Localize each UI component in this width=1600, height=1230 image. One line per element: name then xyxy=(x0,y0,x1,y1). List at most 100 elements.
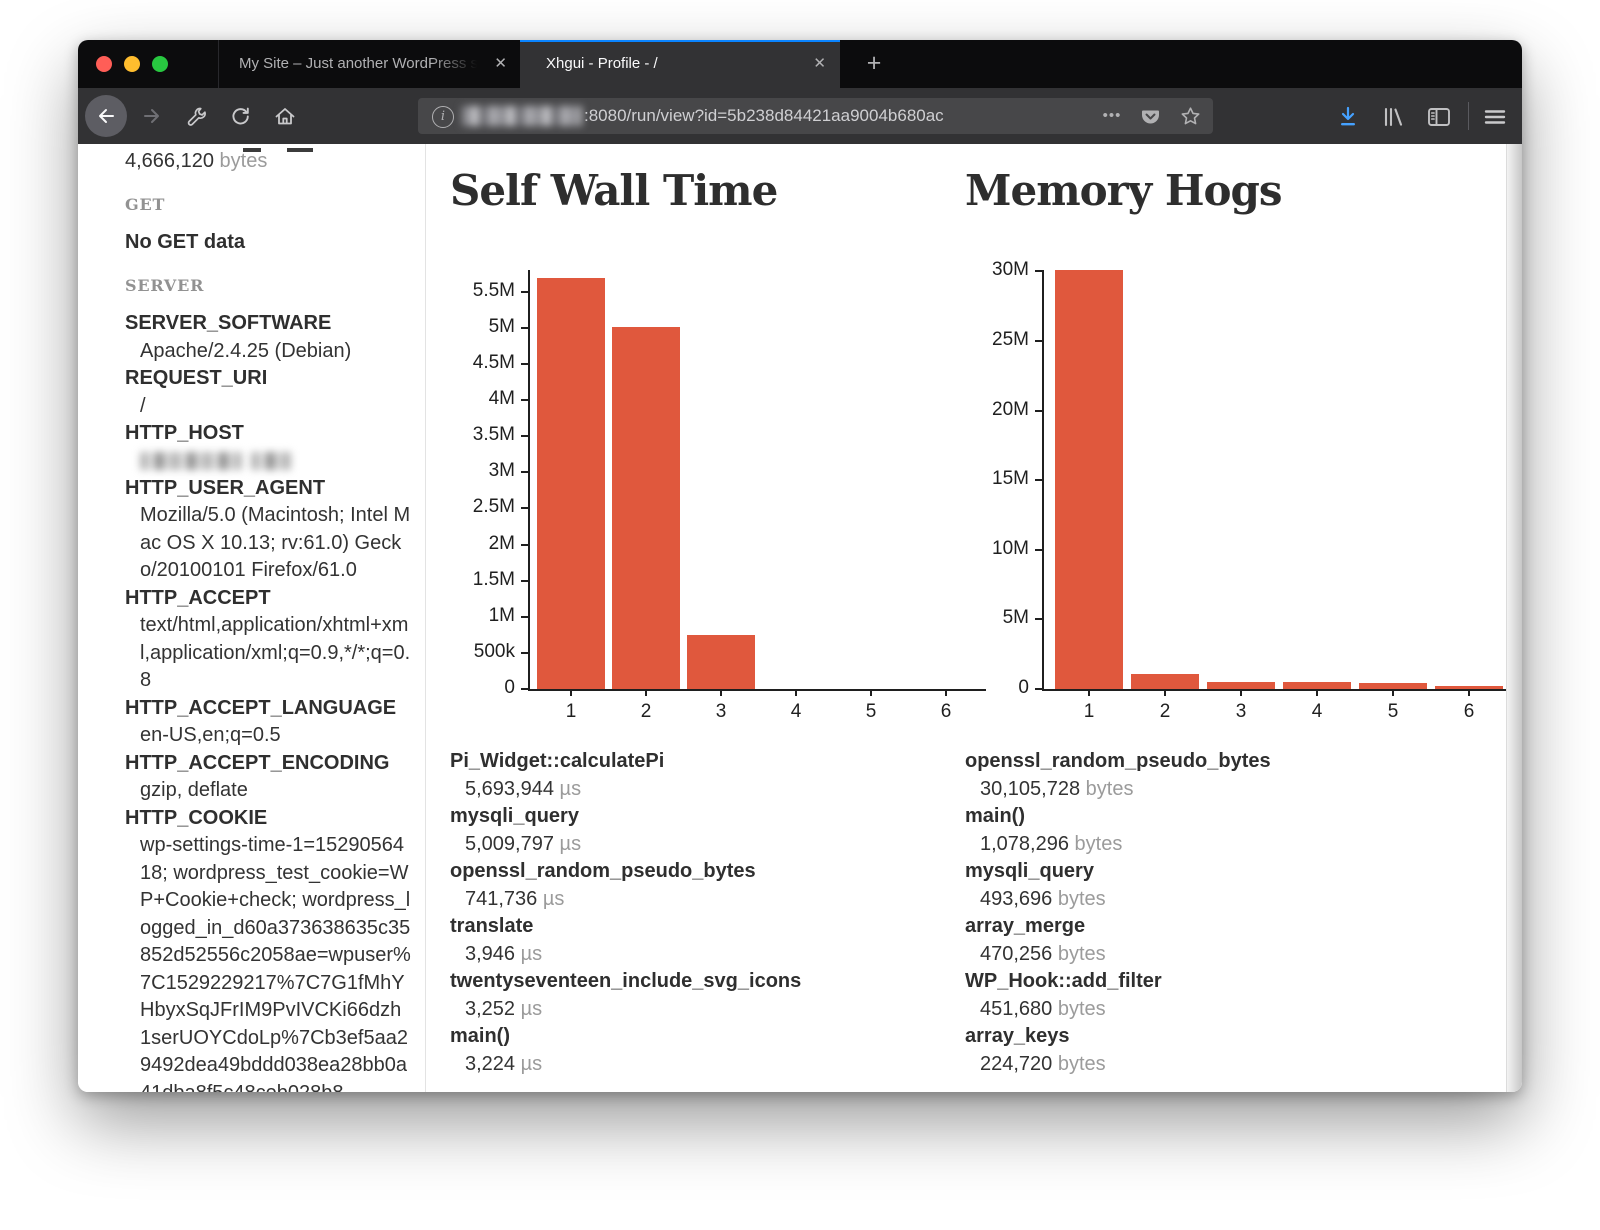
home-icon xyxy=(274,106,296,127)
x-axis-tick xyxy=(945,689,947,696)
function-value: 741,736 µs xyxy=(450,886,930,914)
traffic-light-zoom[interactable] xyxy=(152,56,168,72)
x-axis-tick-label: 4 xyxy=(1295,701,1339,723)
function-name[interactable]: mysqli_query xyxy=(965,858,1445,886)
function-name[interactable]: mysqli_query xyxy=(450,803,930,831)
download-icon[interactable] xyxy=(1336,106,1360,126)
server-entry-key: HTTP_HOST xyxy=(125,420,411,448)
bar[interactable] xyxy=(537,278,605,689)
y-axis-tick-label: 500k xyxy=(443,641,515,663)
x-axis-tick xyxy=(1164,689,1166,696)
y-axis-tick-label: 25M xyxy=(957,329,1029,351)
site-info-icon[interactable]: i xyxy=(432,106,454,128)
y-axis-tick xyxy=(521,580,528,582)
server-entry-value: / xyxy=(125,393,411,421)
page-actions-icon[interactable]: ••• xyxy=(1102,107,1122,127)
y-axis-tick xyxy=(1035,618,1042,620)
main-panel: Self Wall Time Memory Hogs 0500k1M1.5M2M… xyxy=(426,144,1507,1092)
close-tab-icon[interactable]: ✕ xyxy=(813,40,826,88)
blurred-host-value xyxy=(125,448,411,475)
function-value: 451,680 bytes xyxy=(965,996,1445,1024)
y-axis-tick xyxy=(1035,549,1042,551)
close-tab-icon[interactable]: ✕ xyxy=(494,40,507,88)
function-name[interactable]: array_merge xyxy=(965,913,1445,941)
sidebar-toggle-icon[interactable] xyxy=(1426,106,1452,126)
x-axis-line xyxy=(528,689,986,691)
x-axis-tick xyxy=(1468,689,1470,696)
y-axis-tick-label: 3M xyxy=(443,460,515,482)
function-name[interactable]: twentyseventeen_include_svg_icons xyxy=(450,968,930,996)
bar[interactable] xyxy=(1207,682,1275,689)
bookmark-star-icon[interactable] xyxy=(1180,106,1200,126)
server-entry-value: gzip, deflate xyxy=(125,777,411,805)
server-entry-value: Mozilla/5.0 (Macintosh; Intel Mac OS X 1… xyxy=(125,502,411,585)
server-entry-value: en-US,en;q=0.5 xyxy=(125,722,411,750)
reload-button[interactable] xyxy=(230,106,250,126)
function-name[interactable]: array_keys xyxy=(965,1023,1445,1051)
scrollbar[interactable] xyxy=(1506,144,1522,1092)
x-axis-tick xyxy=(1240,689,1242,696)
y-axis-tick xyxy=(1035,340,1042,342)
x-axis-tick xyxy=(870,689,872,696)
back-button[interactable] xyxy=(85,95,127,137)
y-axis-tick-label: 1M xyxy=(443,605,515,627)
bar[interactable] xyxy=(1131,674,1199,689)
function-value: 1,078,296 bytes xyxy=(965,831,1445,859)
y-axis-tick-label: 2.5M xyxy=(443,496,515,518)
y-axis-tick xyxy=(1035,479,1042,481)
function-name[interactable]: openssl_random_pseudo_bytes xyxy=(450,858,930,886)
function-name[interactable]: main() xyxy=(450,1023,930,1051)
new-tab-button[interactable]: + xyxy=(854,40,894,88)
y-axis-tick-label: 5M xyxy=(443,316,515,338)
wrench-icon[interactable] xyxy=(186,106,206,126)
x-axis-tick xyxy=(645,689,647,696)
y-axis-tick-label: 20M xyxy=(957,399,1029,421)
server-entry-key: HTTP_ACCEPT xyxy=(125,585,411,613)
y-axis-tick-label: 5.5M xyxy=(443,280,515,302)
library-icon[interactable] xyxy=(1380,106,1406,126)
y-axis-tick xyxy=(521,435,528,437)
back-arrow-icon xyxy=(96,106,116,126)
traffic-light-close[interactable] xyxy=(96,56,112,72)
x-axis-tick-label: 2 xyxy=(1143,701,1187,723)
x-axis-tick xyxy=(570,689,572,696)
forward-button[interactable] xyxy=(142,106,162,126)
bar[interactable] xyxy=(687,635,755,689)
get-section-heading: GET xyxy=(125,191,411,219)
y-axis-line xyxy=(1042,270,1044,691)
x-axis-tick-label: 5 xyxy=(849,701,893,723)
tab-title: Xhgui - Profile - / xyxy=(546,40,796,88)
memory-usage-value: 4,666,120 bytes xyxy=(125,148,411,176)
server-entry-list: SERVER_SOFTWAREApache/2.4.25 (Debian)REQ… xyxy=(125,310,411,1092)
y-axis-tick xyxy=(521,327,528,329)
tab-title-fade xyxy=(431,42,477,86)
y-axis-tick-label: 15M xyxy=(957,468,1029,490)
function-name[interactable]: translate xyxy=(450,913,930,941)
x-axis-tick xyxy=(1392,689,1394,696)
function-name[interactable]: openssl_random_pseudo_bytes xyxy=(965,748,1445,776)
y-axis-tick-label: 1.5M xyxy=(443,569,515,591)
clipped-text-artifact xyxy=(287,148,313,152)
url-bar[interactable]: i :8080/run/view?id=5b238d84421aa9004b68… xyxy=(418,98,1213,134)
clipped-text-artifact xyxy=(243,148,261,152)
server-entry-key: HTTP_ACCEPT_ENCODING xyxy=(125,750,411,778)
y-axis-tick-label: 0 xyxy=(957,677,1029,699)
pocket-icon[interactable] xyxy=(1140,106,1160,126)
bar[interactable] xyxy=(1055,270,1123,689)
function-value: 493,696 bytes xyxy=(965,886,1445,914)
tab-wordpress-site[interactable]: My Site – Just another WordPress si ✕ xyxy=(218,40,521,88)
home-button[interactable] xyxy=(274,106,294,126)
forward-arrow-icon xyxy=(142,106,162,126)
tab-xhgui-profile[interactable]: Xhgui - Profile - / ✕ xyxy=(520,40,840,88)
url-text: :8080/run/view?id=5b238d84421aa9004b680a… xyxy=(584,98,1054,134)
x-axis-tick-label: 6 xyxy=(924,701,968,723)
bar[interactable] xyxy=(1283,682,1351,689)
bar[interactable] xyxy=(612,327,680,689)
function-name[interactable]: WP_Hook::add_filter xyxy=(965,968,1445,996)
function-name[interactable]: Pi_Widget::calculatePi xyxy=(450,748,930,776)
function-name[interactable]: main() xyxy=(965,803,1445,831)
traffic-light-minimize[interactable] xyxy=(124,56,140,72)
menu-icon[interactable] xyxy=(1482,106,1508,126)
page-content: 4,666,120 bytes GET No GET data SERVER S… xyxy=(78,144,1522,1092)
x-axis-tick-label: 5 xyxy=(1371,701,1415,723)
